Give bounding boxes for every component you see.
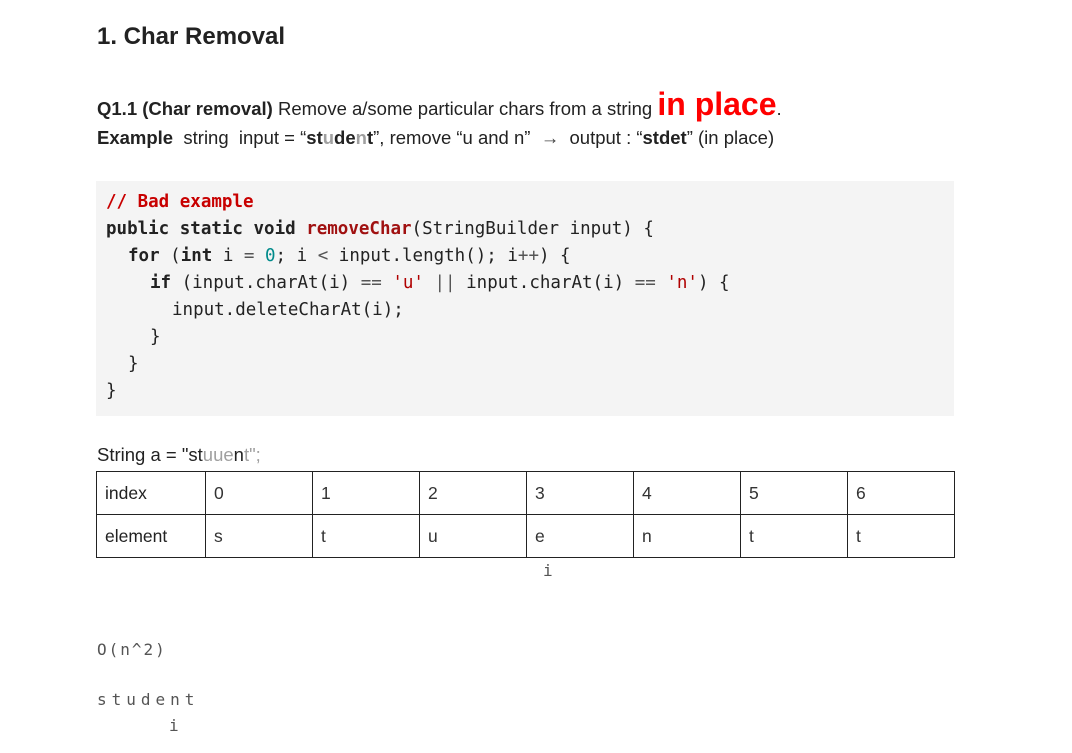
code-string: 'u' bbox=[392, 273, 424, 293]
code-text: } bbox=[106, 381, 117, 401]
page-title: 1. Char Removal bbox=[97, 23, 286, 50]
string-a-text: t"; bbox=[243, 444, 261, 465]
code-text: (StringBuilder input) { bbox=[411, 219, 654, 239]
code-text: ; i bbox=[275, 246, 318, 266]
code-keyword: int bbox=[180, 246, 213, 266]
index-label: index bbox=[96, 471, 206, 515]
code-line: if (input.charAt(i) == 'u' || input.char… bbox=[150, 273, 730, 293]
code-text: i bbox=[212, 246, 244, 266]
index-cell: 0 bbox=[205, 471, 313, 515]
question-line: Q1.1 (Char removal) Remove a/some partic… bbox=[97, 86, 782, 127]
example-output: stdet bbox=[642, 127, 687, 148]
code-block: // Bad example public static void remove… bbox=[96, 181, 954, 416]
code-line: } bbox=[128, 354, 139, 374]
element-cell: t bbox=[847, 514, 955, 558]
code-operator: == bbox=[634, 273, 656, 293]
example-text-2: ”, remove “u and n” bbox=[373, 127, 541, 148]
index-cell: 4 bbox=[633, 471, 741, 515]
code-operator: ++ bbox=[517, 246, 539, 266]
question-label: Q1.1 (Char removal) bbox=[97, 98, 273, 119]
code-line: public static void removeChar(StringBuil… bbox=[106, 219, 654, 239]
code-text: ) { bbox=[697, 273, 730, 293]
word-note: student bbox=[97, 690, 200, 709]
code-operator: < bbox=[317, 246, 329, 266]
in-place-emphasis: in place bbox=[657, 86, 777, 122]
code-number: 0 bbox=[265, 246, 276, 266]
code-string: 'n' bbox=[666, 273, 698, 293]
code-text: ( bbox=[159, 246, 181, 266]
index-row: index 0 1 2 3 4 5 6 bbox=[96, 471, 955, 515]
example-word-part: de bbox=[334, 127, 356, 148]
element-cell: t bbox=[740, 514, 848, 558]
element-cell: u bbox=[419, 514, 527, 558]
code-operator: = bbox=[243, 246, 255, 266]
code-keyword: for bbox=[128, 246, 160, 266]
code-line: input.deleteCharAt(i); bbox=[172, 300, 404, 320]
element-row: element s t u e n t t bbox=[96, 514, 955, 558]
example-text-3: output : “ bbox=[559, 127, 643, 148]
index-cell: 2 bbox=[419, 471, 527, 515]
complexity-note: O(n^2) bbox=[97, 640, 167, 659]
code-comment: // Bad example bbox=[106, 192, 254, 212]
code-line: } bbox=[106, 381, 117, 401]
code-text: } bbox=[128, 354, 139, 374]
string-a-text: n bbox=[233, 444, 244, 465]
question-end: . bbox=[776, 98, 782, 119]
element-cell: e bbox=[526, 514, 634, 558]
example-word-part: n bbox=[355, 127, 367, 148]
code-line: for (int i = 0; i < input.length(); i++)… bbox=[128, 246, 571, 266]
example-line: Example string input = “student”, remove… bbox=[97, 127, 774, 149]
code-text: input.deleteCharAt(i); bbox=[172, 300, 404, 320]
code-function-name: removeChar bbox=[306, 219, 412, 239]
code-keyword: if bbox=[150, 273, 172, 293]
string-a-line: String a = "stuuent"; bbox=[97, 444, 261, 466]
pointer-i: i bbox=[543, 561, 555, 580]
example-text-1: string input = “ bbox=[173, 127, 307, 148]
element-cell: s bbox=[205, 514, 313, 558]
code-operator: || bbox=[434, 273, 456, 293]
code-operator: == bbox=[360, 273, 382, 293]
array-table: index 0 1 2 3 4 5 6 element s t u e n t … bbox=[96, 471, 955, 558]
element-cell: t bbox=[312, 514, 420, 558]
arrow-icon: → bbox=[540, 127, 560, 148]
index-cell: 6 bbox=[847, 471, 955, 515]
example-word-part: u bbox=[322, 127, 335, 148]
example-word-part: st bbox=[306, 127, 323, 148]
index-cell: 1 bbox=[312, 471, 420, 515]
code-line: } bbox=[150, 327, 161, 347]
code-text: (input.charAt(i) bbox=[171, 273, 361, 293]
string-a-text: String a = "st bbox=[97, 444, 203, 465]
example-text-4: ” (in place) bbox=[686, 127, 775, 148]
pointer-i: i bbox=[169, 716, 181, 735]
example-label: Example bbox=[97, 127, 174, 148]
element-label: element bbox=[96, 514, 206, 558]
code-line: // Bad example bbox=[106, 192, 254, 212]
string-a-gray: uue bbox=[202, 444, 234, 465]
index-cell: 5 bbox=[740, 471, 848, 515]
code-keyword: public static void bbox=[106, 219, 307, 239]
code-text: ) { bbox=[538, 246, 571, 266]
code-text: input.charAt(i) bbox=[455, 273, 635, 293]
code-text: } bbox=[150, 327, 161, 347]
index-cell: 3 bbox=[526, 471, 634, 515]
question-text: Remove a/some particular chars from a st… bbox=[272, 98, 658, 119]
element-cell: n bbox=[633, 514, 741, 558]
code-text: input.length(); i bbox=[328, 246, 518, 266]
